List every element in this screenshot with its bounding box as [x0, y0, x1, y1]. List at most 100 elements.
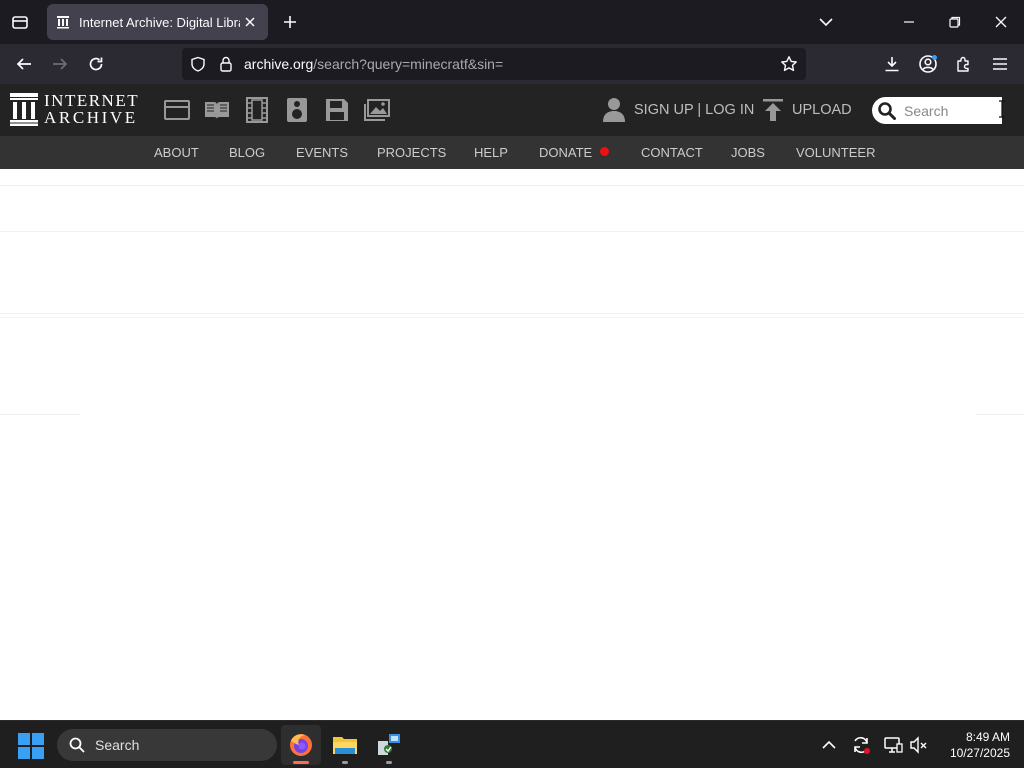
speaker-icon	[287, 98, 307, 122]
search-results-area	[0, 169, 1024, 720]
taskbar-remote-app[interactable]	[369, 725, 409, 765]
close-tab-button[interactable]	[240, 12, 260, 32]
lock-icon[interactable]	[217, 55, 235, 73]
show-hidden-icons-button[interactable]	[818, 734, 840, 756]
url-path: /search?query=minecratf&sin=	[313, 56, 504, 72]
image-gallery-icon	[364, 99, 390, 121]
nav-jobs[interactable]: JOBS	[731, 145, 765, 160]
running-app-indicator	[386, 761, 392, 764]
tracking-protection-shield-icon[interactable]	[189, 55, 207, 73]
ia-search-input[interactable]	[904, 102, 1000, 119]
active-app-indicator	[293, 761, 309, 764]
upload-label: UPLOAD	[792, 102, 852, 118]
book-icon	[205, 102, 229, 119]
list-all-tabs-button[interactable]	[8, 10, 32, 34]
archive-building-icon	[10, 93, 38, 126]
address-bar[interactable]: archive.org/search?query=minecratf&sin=	[182, 48, 806, 80]
placeholder-divider	[0, 231, 1024, 232]
ia-logo-line2: ARCHIVE	[44, 108, 138, 127]
close-icon	[995, 16, 1007, 28]
taskbar-file-explorer[interactable]	[325, 725, 365, 765]
taskbar-search-box[interactable]: Search	[57, 729, 277, 761]
taskbar-clock[interactable]: 8:49 AM 10/27/2025	[938, 729, 1010, 761]
nav-help[interactable]: HELP	[474, 145, 508, 160]
minimize-window-button[interactable]	[895, 8, 923, 36]
upload-arrow-icon	[763, 99, 783, 121]
user-icon	[603, 98, 625, 122]
nav-about[interactable]: ABOUT	[154, 145, 199, 160]
tray-sync-button[interactable]	[850, 734, 872, 756]
film-icon	[246, 97, 268, 123]
reload-button[interactable]	[82, 50, 110, 78]
downloads-button[interactable]	[878, 50, 906, 78]
ia-search-box	[872, 97, 1002, 124]
taskbar-search-label: Search	[95, 737, 140, 753]
media-audio-button[interactable]	[283, 96, 311, 124]
web-archive-icon	[164, 100, 190, 120]
taskbar-firefox[interactable]	[281, 725, 321, 765]
sign-up-log-in-label: SIGN UP | LOG IN	[634, 102, 755, 118]
windows-taskbar: Search 8:49 AM 10/27/2025	[0, 720, 1024, 768]
media-software-button[interactable]	[323, 96, 351, 124]
clock-date: 10/27/2025	[949, 746, 1010, 760]
back-button[interactable]	[10, 50, 38, 78]
tab-overflow-button[interactable]	[812, 8, 840, 36]
media-web-button[interactable]	[163, 96, 191, 124]
restore-icon	[949, 16, 961, 28]
nav-projects[interactable]: PROJECTS	[377, 145, 446, 160]
media-video-button[interactable]	[243, 96, 271, 124]
nav-blog[interactable]: BLOG	[229, 145, 265, 160]
windows-logo-icon	[18, 747, 30, 759]
placeholder-divider	[0, 185, 1024, 186]
new-tab-button[interactable]	[278, 10, 302, 34]
ia-secondary-nav: ABOUT BLOG EVENTS PROJECTS HELP DONATE C…	[0, 136, 1024, 169]
media-images-button[interactable]	[363, 96, 391, 124]
browser-tab-active[interactable]: Internet Archive: Digital Library	[47, 4, 268, 40]
search-icon	[69, 737, 85, 753]
tray-volume-button[interactable]	[908, 734, 930, 756]
close-window-button[interactable]	[987, 8, 1015, 36]
extensions-button[interactable]	[950, 50, 978, 78]
ia-top-header: INTERNET ARCHIVE SIGN UP | LOG IN UPLOAD	[0, 84, 1024, 136]
text-cursor-icon	[999, 100, 1005, 118]
tab-title: Internet Archive: Digital Library	[79, 14, 240, 30]
app-menu-button[interactable]	[986, 50, 1014, 78]
nav-volunteer[interactable]: VOLUNTEER	[796, 145, 875, 160]
clock-time: 8:49 AM	[965, 730, 1010, 744]
media-texts-button[interactable]	[203, 96, 231, 124]
running-app-indicator	[342, 761, 348, 764]
browser-navigation-bar: archive.org/search?query=minecratf&sin=	[0, 44, 1024, 84]
nav-contact[interactable]: CONTACT	[641, 145, 703, 160]
windows-logo-icon	[18, 733, 30, 745]
restore-window-button[interactable]	[941, 8, 969, 36]
folder-icon	[333, 737, 357, 754]
tray-network-button[interactable]	[882, 734, 904, 756]
reload-icon	[89, 57, 103, 71]
tab-list-icon	[12, 16, 28, 29]
nav-events[interactable]: EVENTS	[296, 145, 348, 160]
bookmark-star-icon[interactable]	[780, 55, 798, 73]
placeholder-divider	[976, 414, 1024, 415]
puzzle-piece-icon	[957, 56, 969, 72]
sync-icon	[854, 737, 870, 754]
ia-logo-link[interactable]: INTERNET ARCHIVE	[10, 92, 139, 126]
internet-archive-favicon-icon	[55, 14, 71, 30]
volume-muted-icon	[910, 736, 927, 754]
arrow-right-icon	[53, 58, 68, 70]
nav-donate[interactable]: DONATE	[539, 145, 610, 160]
sign-up-log-in-link[interactable]: SIGN UP | LOG IN	[602, 96, 754, 124]
url-text[interactable]: archive.org/search?query=minecratf&sin=	[244, 56, 503, 72]
nav-donate-label: DONATE	[539, 145, 593, 160]
remote-desktop-icon	[378, 734, 400, 755]
search-icon[interactable]	[878, 101, 896, 120]
start-button[interactable]	[18, 733, 44, 759]
chevron-down-icon	[819, 18, 833, 27]
account-button[interactable]	[914, 50, 942, 78]
upload-link[interactable]: UPLOAD	[762, 96, 852, 124]
arrow-left-icon	[16, 58, 31, 70]
hamburger-menu-icon	[993, 58, 1007, 70]
close-icon	[245, 17, 255, 27]
download-icon	[885, 57, 899, 72]
forward-button[interactable]	[46, 50, 74, 78]
donate-heart-icon	[600, 147, 610, 156]
